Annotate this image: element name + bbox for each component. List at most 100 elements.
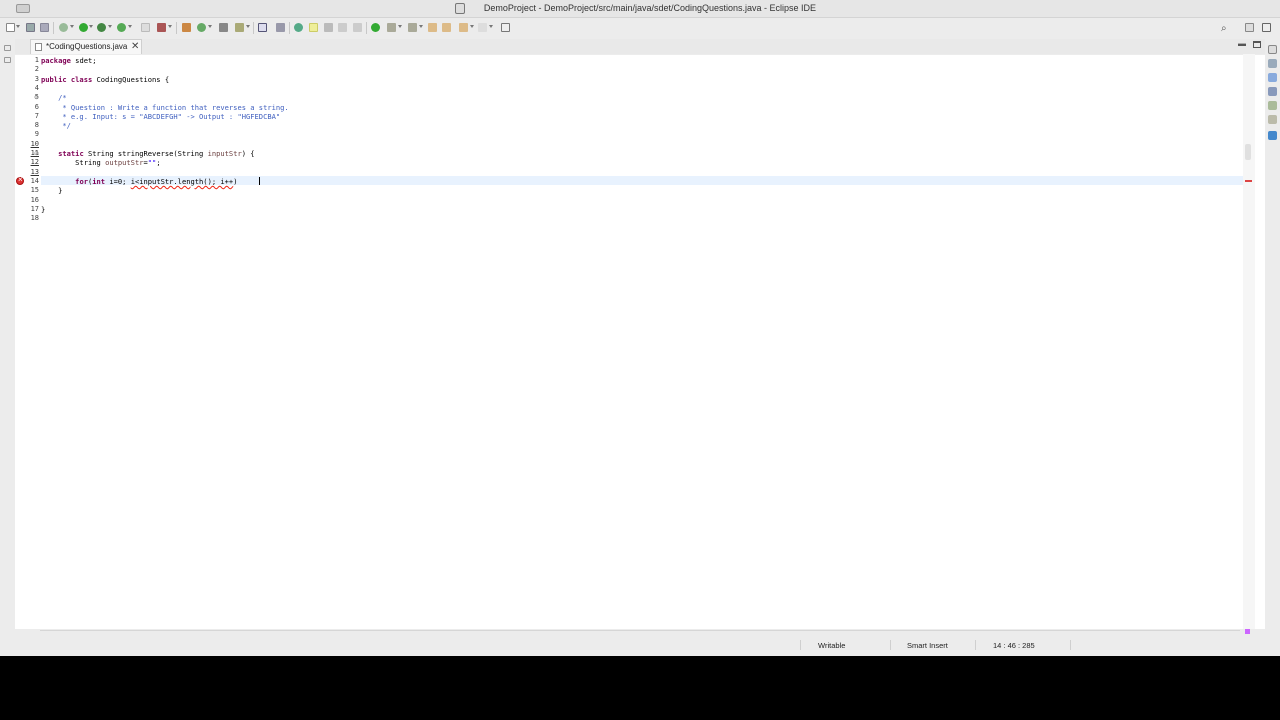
tab-label: *CodingQuestions.java — [46, 42, 128, 51]
back-icon[interactable] — [442, 23, 451, 32]
new-icon[interactable] — [6, 23, 15, 32]
left-trim-bar — [0, 39, 15, 639]
debug-dropdown-icon[interactable] — [70, 25, 74, 28]
new-java-project-icon[interactable] — [141, 23, 150, 32]
restore-icon[interactable] — [4, 45, 11, 51]
line-number: 12 — [30, 158, 39, 167]
debug-icon[interactable] — [59, 23, 68, 32]
line-number: 16 — [30, 195, 39, 204]
fold-icon[interactable]: ⊖ — [34, 150, 39, 157]
task-list-icon[interactable] — [1268, 73, 1277, 82]
new-package-icon[interactable] — [157, 23, 166, 32]
forward-dropdown-icon[interactable] — [489, 25, 493, 28]
tab-coding-questions[interactable]: *CodingQuestions.java ✕ — [30, 39, 142, 54]
fold-icon[interactable]: ⊖ — [34, 94, 39, 101]
close-icon[interactable]: ✕ — [131, 40, 139, 53]
code-editor[interactable]: 12345⊖67891011⊖12131415161718 package sd… — [15, 54, 1265, 629]
run-dropdown-icon[interactable] — [89, 25, 93, 28]
open-task-dropdown-icon[interactable] — [246, 25, 250, 28]
new-interface-dropdown-icon[interactable] — [208, 25, 212, 28]
pin-editor-icon[interactable] — [501, 23, 510, 32]
toggle-editor-icon[interactable] — [258, 23, 267, 32]
java-file-icon — [35, 43, 42, 51]
restore-icon[interactable] — [1268, 45, 1277, 54]
right-trim-bar — [1265, 39, 1280, 639]
status-separator — [975, 640, 976, 650]
code-line: * Question : Write a function that rever… — [41, 102, 289, 112]
error-ruler-mark[interactable] — [1245, 180, 1252, 182]
main-toolbar: ⌕ — [0, 19, 1280, 37]
bottom-panel-edge — [40, 630, 1240, 633]
new-class-icon[interactable] — [182, 23, 191, 32]
external-tools-icon[interactable] — [117, 23, 126, 32]
toggle-mark-occurrences-icon[interactable] — [294, 23, 303, 32]
coverage-dropdown-icon[interactable] — [108, 25, 112, 28]
show-whitespace-icon[interactable] — [353, 23, 362, 32]
outline-icon[interactable] — [1268, 59, 1277, 68]
back-history-icon[interactable] — [459, 23, 468, 32]
java-perspective-icon[interactable] — [1262, 23, 1271, 32]
open-perspective-icon[interactable] — [1245, 23, 1254, 32]
console-icon[interactable] — [1268, 131, 1277, 140]
highlight-icon[interactable] — [309, 23, 318, 32]
eclipse-window: DemoProject - DemoProject/src/main/java/… — [0, 0, 1280, 656]
run-last-icon[interactable] — [371, 23, 380, 32]
line-number: 3 — [34, 74, 39, 83]
open-task-icon[interactable] — [235, 23, 244, 32]
code-line: package sdet; — [41, 56, 97, 65]
text-caret — [259, 177, 260, 185]
line-number: 10 — [30, 139, 39, 148]
minimize-icon[interactable]: ▬ — [1238, 39, 1248, 49]
search-tool-icon[interactable] — [276, 23, 285, 32]
toolbar-separator — [176, 22, 177, 34]
status-separator — [800, 640, 801, 650]
back-dropdown-icon[interactable] — [470, 25, 474, 28]
maximize-icon[interactable] — [1253, 41, 1261, 48]
new-dropdown-icon[interactable] — [16, 25, 20, 28]
status-bar: Writable Smart Insert 14 : 46 : 285 — [0, 638, 1280, 652]
new-package-dropdown-icon[interactable] — [168, 25, 172, 28]
prev-annotation-icon[interactable] — [408, 23, 417, 32]
line-number: 8 — [34, 121, 39, 130]
save-icon[interactable] — [26, 23, 35, 32]
toolbar-separator — [289, 22, 290, 34]
line-number: 17 — [30, 204, 39, 213]
code-line: } — [41, 186, 63, 196]
toolbar-separator — [253, 22, 254, 34]
prev-annotation-dropdown-icon[interactable] — [419, 25, 423, 28]
status-separator — [1070, 640, 1071, 650]
line-number-gutter: 1 2 3 4 5 ⊖ 6 7 8 9 10 11 ⊖ 12 13 14 15 16 17 18 — [15, 55, 39, 629]
coverage-icon[interactable] — [97, 23, 106, 32]
next-annotation-icon[interactable] — [387, 23, 396, 32]
toolbar-separator — [53, 22, 54, 34]
scroll-thumb[interactable] — [1245, 144, 1251, 160]
word-wrap-icon[interactable] — [338, 23, 347, 32]
ruler-summary-mark[interactable] — [1245, 629, 1250, 634]
search-icon[interactable]: ⌕ — [1221, 23, 1227, 34]
problems-icon[interactable] — [1268, 87, 1277, 96]
line-number: 15 — [30, 186, 39, 195]
editor-tab-bar: *CodingQuestions.java ✕ ▬ — [15, 39, 1265, 54]
package-explorer-icon[interactable] — [4, 57, 11, 63]
run-icon[interactable] — [79, 23, 88, 32]
status-separator — [890, 640, 891, 650]
last-edit-icon[interactable] — [428, 23, 437, 32]
error-icon[interactable] — [16, 175, 24, 185]
save-all-icon[interactable] — [40, 23, 49, 32]
code-line: static String stringReverse(String input… — [58, 149, 255, 158]
insert-mode-status[interactable]: Smart Insert — [907, 641, 948, 650]
open-type-icon[interactable] — [219, 23, 228, 32]
code-line: * e.g. Input: s = "ABCDEFGH" -> Output :… — [41, 111, 281, 121]
forward-icon[interactable] — [478, 23, 487, 32]
external-tools-dropdown-icon[interactable] — [128, 25, 132, 28]
block-selection-icon[interactable] — [324, 23, 333, 32]
javadoc-icon[interactable] — [1268, 101, 1277, 110]
cursor-position[interactable]: 14 : 46 : 285 — [993, 641, 1035, 650]
next-annotation-dropdown-icon[interactable] — [398, 25, 402, 28]
overview-ruler[interactable] — [1243, 54, 1255, 634]
code-area[interactable]: package sdet; public class CodingQuestio… — [41, 55, 1241, 629]
code-line: */ — [41, 121, 71, 131]
window-title: DemoProject - DemoProject/src/main/java/… — [483, 3, 817, 13]
declaration-icon[interactable] — [1268, 115, 1277, 124]
new-interface-icon[interactable] — [197, 23, 206, 32]
